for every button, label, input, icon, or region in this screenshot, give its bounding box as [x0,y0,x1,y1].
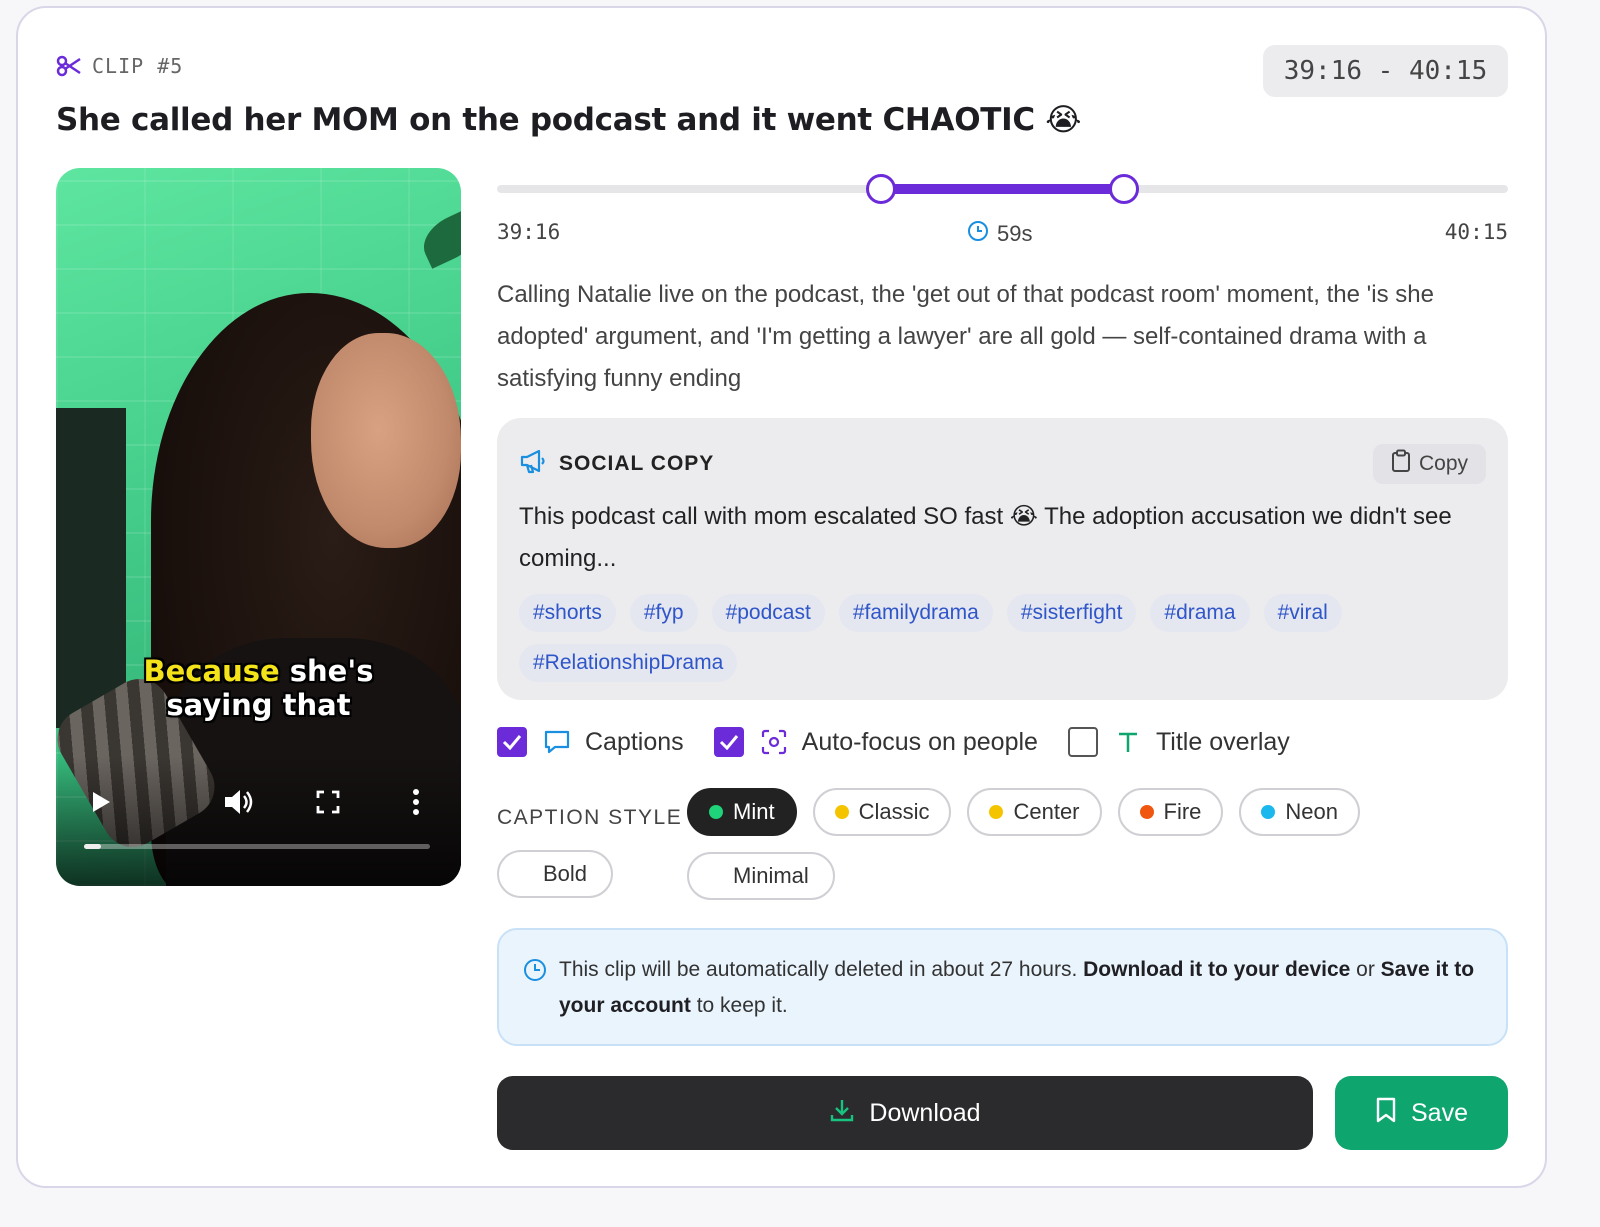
caption-style-fire[interactable]: Fire [1117,788,1224,836]
play-icon[interactable] [81,782,121,822]
trim-duration: 59s [967,220,1032,248]
caption-style-classic[interactable]: Classic [812,788,952,836]
autofocus-toggle[interactable]: Auto-focus on people [713,727,1038,757]
captions-toggle[interactable]: Captions [497,727,684,757]
more-vertical-icon[interactable] [396,782,436,822]
social-copy-heading: SOCIAL COPY [559,452,715,475]
hashtag-chip[interactable]: #podcast [711,594,825,632]
color-dot-icon [1139,805,1154,819]
video-progress-bar[interactable] [84,844,430,849]
caption-style-mint[interactable]: Mint [687,788,797,836]
copy-button[interactable]: Copy [1372,444,1486,484]
video-progress-fill [84,844,102,849]
caption-style-label-text: Fire [1163,799,1202,824]
video-face [311,333,461,548]
caption-word: she's [289,654,374,688]
caption-style-bold[interactable]: Bold [497,850,614,898]
scissors-icon [56,55,82,77]
color-dot-icon [989,805,1004,819]
bookmark-icon [1375,1097,1397,1130]
title-overlay-toggle[interactable]: Title overlay [1067,727,1290,757]
clip-description: Calling Natalie live on the podcast, the… [497,281,1434,392]
video-caption-overlay: Because she's saying that [56,654,461,722]
color-dot-icon [709,805,723,819]
caption-style-label-text: Minimal [733,863,809,888]
clip-title: She called her MOM on the podcast and it… [56,102,1082,138]
autofocus-label: Auto-focus on people [801,727,1038,756]
social-copy-panel: SOCIAL COPY Copy This podcast call with … [497,418,1508,700]
notice-text-part: This clip will be automatically deleted … [559,958,1084,981]
caption-highlight-word: Because [143,654,280,688]
trim-start-handle[interactable] [866,174,897,204]
save-label: Save [1411,1098,1468,1127]
captions-checkbox[interactable] [497,727,527,757]
trim-range-slider[interactable] [497,174,1508,204]
title-overlay-label: Title overlay [1155,727,1290,756]
clipboard-icon [1391,449,1411,479]
notice-text-part: to keep it. [690,994,788,1017]
caption-style-options-row-2: Bold [497,850,614,898]
color-dot-icon [1261,805,1276,819]
hashtag-chip[interactable]: #sisterfight [1006,594,1137,632]
caption-style-label: CAPTION STYLE [497,806,683,829]
caption-style-minimal[interactable]: Minimal [687,852,835,900]
clock-icon [523,958,547,982]
hashtag-chip[interactable]: #drama [1150,594,1250,632]
trim-start-time: 39:16 [497,220,561,244]
color-dot-icon [834,805,849,819]
social-copy-text: This podcast call with mom escalated SO … [519,503,1452,572]
hashtag-chip[interactable]: #viral [1263,594,1342,632]
caption-style-options: Mint Classic Center Fire Neon Minimal [687,788,1509,900]
text-t-icon [1114,728,1142,756]
download-label: Download [869,1098,981,1127]
caption-style-center[interactable]: Center [967,788,1102,836]
caption-style-label-text: Bold [543,861,588,886]
clip-label: CLIP #5 [56,54,183,78]
caption-style-label-text: Neon [1285,799,1338,824]
clip-card: CLIP #5 39:16 - 40:15 She called her MOM… [16,6,1547,1188]
clip-options: Captions Auto-focus on people Title over… [497,726,1320,758]
focus-frame-icon [760,728,788,756]
trim-labels: 39:16 59s 40:15 [497,220,1508,250]
trim-duration-value: 59s [997,221,1033,246]
caption-style-label-text: Center [1013,799,1080,824]
notice-text: This clip will be automatically deleted … [559,952,1494,1024]
hashtag-chip[interactable]: #familydrama [838,594,993,632]
megaphone-icon [519,448,547,480]
hashtag-list: #shorts #fyp #podcast #familydrama #sisterfi… [519,594,1479,682]
trim-end-time: 40:15 [1444,220,1508,244]
video-controls [56,782,461,822]
captions-label: Captions [585,727,684,756]
trim-selection [881,184,1124,194]
notice-download-emphasis: Download it to your device [1083,958,1351,981]
auto-delete-notice: This clip will be automatically deleted … [497,928,1508,1046]
clock-icon [967,220,989,248]
speech-bubble-icon [543,728,571,756]
hashtag-chip[interactable]: #fyp [629,594,698,632]
copy-button-label: Copy [1418,452,1468,475]
save-button[interactable]: Save [1335,1076,1508,1150]
download-button[interactable]: Download [497,1076,1313,1150]
clip-number: CLIP #5 [92,54,184,78]
volume-icon[interactable] [219,782,259,822]
caption-style-label-text: Mint [733,799,775,824]
fullscreen-icon[interactable] [308,782,348,822]
notice-text-part: or [1350,958,1381,981]
trim-end-handle[interactable] [1108,174,1139,204]
title-overlay-checkbox[interactable] [1067,727,1098,757]
social-copy-header: SOCIAL COPY [519,448,714,480]
hashtag-chip[interactable]: #shorts [519,594,616,632]
caption-line-2: saying that [166,688,351,722]
autofocus-checkbox[interactable] [713,727,744,757]
caption-style-neon[interactable]: Neon [1239,788,1360,836]
hashtag-chip[interactable]: #RelationshipDrama [519,644,738,682]
time-range-badge: 39:16 - 40:15 [1263,45,1508,97]
caption-style-label-text: Classic [858,799,930,824]
download-icon [829,1097,855,1130]
video-player[interactable]: Because she's saying that [56,168,461,886]
